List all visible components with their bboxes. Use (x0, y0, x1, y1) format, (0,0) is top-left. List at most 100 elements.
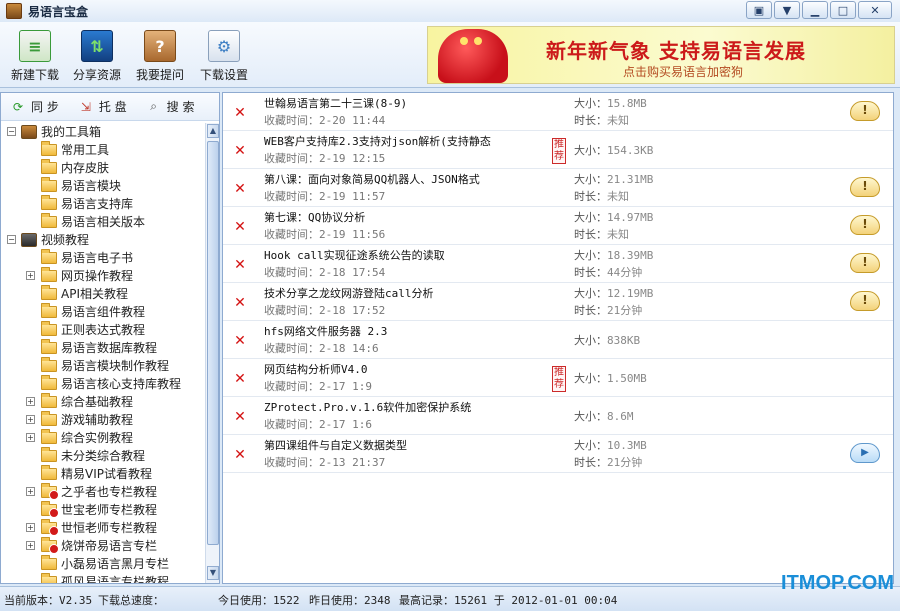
tree-item[interactable]: 易语言核心支持库教程 (1, 375, 205, 393)
download-row[interactable]: ✕ hfs网络文件服务器 2.3 收藏时间：2-18 14:6 大小：838KB (223, 321, 893, 359)
new-download-button[interactable]: ≡ 新建下载 (4, 28, 66, 86)
dropdown-icon[interactable]: ▼ (774, 1, 800, 19)
tree-item[interactable]: 世宝老师专栏教程 (1, 501, 205, 519)
sidebar-scrollbar[interactable]: ▲ ▼ (205, 123, 219, 583)
delete-icon[interactable]: ✕ (233, 410, 247, 424)
status-bar: 当前版本：V2.35 下载总速度： 今日使用：1522 昨日使用：2348 最高… (0, 586, 900, 611)
cloud-warning-icon[interactable]: ! (850, 291, 880, 311)
delete-icon[interactable]: ✕ (233, 372, 247, 386)
tree-item[interactable]: + 游戏辅助教程 (1, 411, 205, 429)
tab-tray[interactable]: ⇲ 托 盘 (79, 98, 127, 115)
download-row[interactable]: ✕ 第四课组件与自定义数据类型 收藏时间：2-13 21:37 大小：10.3MB 时长… (223, 435, 893, 473)
tree-item[interactable]: 易语言模块 (1, 177, 205, 195)
download-row[interactable]: ✕ 第八课：面向对象简易QQ机器人、JSON格式 收藏时间：2-19 11:57 大小… (223, 169, 893, 207)
download-row[interactable]: ✕ WEB客户支持库2.3支持对json解析(支持静态 收藏时间：2-19 12:1… (223, 131, 893, 169)
duration-value: 未知 (607, 114, 629, 127)
delete-icon[interactable]: ✕ (233, 334, 247, 348)
question-button[interactable]: ? 我要提问 (129, 28, 191, 86)
folder-icon (41, 267, 57, 282)
delete-icon[interactable]: ✕ (233, 296, 247, 310)
tree-item[interactable]: 未分类综合教程 (1, 447, 205, 465)
download-row[interactable]: ✕ Hook call实现征途系统公告的读取 收藏时间：2-18 17:54 大小：1… (223, 245, 893, 283)
expand-icon[interactable]: + (26, 523, 35, 532)
download-row[interactable]: ✕ 技术分享之龙纹网游登陆call分析 收藏时间：2-18 17:52 大小：12.1… (223, 283, 893, 321)
scroll-thumb[interactable] (207, 141, 219, 545)
tree-item[interactable]: − 视频教程 (1, 231, 205, 249)
tree-item[interactable]: + 烧饼帝易语言专栏 (1, 537, 205, 555)
tree-item[interactable]: 内存皮肤 (1, 159, 205, 177)
download-duration: 时长：21分钟 (574, 454, 642, 470)
expand-icon[interactable]: + (26, 415, 35, 424)
chat-icon[interactable]: ▣ (746, 1, 772, 19)
download-settings-button[interactable]: ⚙ 下载设置 (193, 28, 255, 86)
tree-item[interactable]: 易语言组件教程 (1, 303, 205, 321)
scroll-up-icon[interactable]: ▲ (207, 124, 219, 138)
tree-item[interactable]: 易语言电子书 (1, 249, 205, 267)
tab-search-label: 搜 索 (166, 100, 195, 114)
recommend-badge: 推荐 (552, 366, 566, 392)
delete-icon[interactable]: ✕ (233, 144, 247, 158)
expand-icon[interactable]: + (26, 487, 35, 496)
delete-icon[interactable]: ✕ (233, 220, 247, 234)
tree-item[interactable]: 常用工具 (1, 141, 205, 159)
time-value: 2-13 21:37 (319, 456, 386, 469)
collapse-icon[interactable]: − (7, 235, 16, 244)
download-size: 大小：15.8MB (574, 95, 647, 111)
expand-icon[interactable]: + (26, 271, 35, 280)
cloud-warning-icon[interactable]: ! (850, 101, 880, 121)
download-row[interactable]: ✕ 第七课：QQ协议分析 收藏时间：2-19 11:56 大小：14.97MB 时长：未… (223, 207, 893, 245)
expand-icon[interactable]: + (26, 397, 35, 406)
tree-item-label: 游戏辅助教程 (61, 413, 134, 427)
download-row[interactable]: ✕ ZProtect.Pro.v.1.6软件加密保护系统 收藏时间：2-17 1:6… (223, 397, 893, 435)
delete-icon[interactable]: ✕ (233, 258, 247, 272)
tree-item[interactable]: 易语言相关版本 (1, 213, 205, 231)
delete-icon[interactable]: ✕ (233, 448, 247, 462)
tree-item-label: 我的工具箱 (41, 125, 102, 139)
delete-icon[interactable]: ✕ (233, 182, 247, 196)
tree-item[interactable]: 精易VIP试看教程 (1, 465, 205, 483)
download-row[interactable]: ✕ 网页结构分析师V4.0 收藏时间：2-17 1:9 推荐 大小：1.50MB (223, 359, 893, 397)
time-value: 2-19 11:57 (319, 190, 386, 203)
cloud-warning-icon[interactable]: ! (850, 253, 880, 273)
cloud-warning-icon[interactable]: ! (850, 177, 880, 197)
tree-item[interactable]: 易语言数据库教程 (1, 339, 205, 357)
size-prefix: 大小： (574, 211, 607, 224)
tree-item[interactable]: API相关教程 (1, 285, 205, 303)
tree-item[interactable]: 小磊易语言黑月专栏 (1, 555, 205, 573)
delete-icon[interactable]: ✕ (233, 106, 247, 120)
tab-sync[interactable]: ⟳ 同 步 (11, 98, 59, 115)
today-usage: 今日使用：1522 (218, 594, 300, 607)
cloud-play-icon[interactable]: ▶ (850, 443, 880, 463)
scroll-down-icon[interactable]: ▼ (207, 566, 219, 580)
expand-icon[interactable]: + (26, 541, 35, 550)
maximize-icon[interactable]: □ (830, 1, 856, 19)
folder-icon (41, 519, 59, 536)
version-text: 当前版本：V2.35 (4, 594, 93, 607)
tree-item[interactable]: 易语言模块制作教程 (1, 357, 205, 375)
download-row[interactable]: ✕ 世翰易语言第二十三课(8-9) 收藏时间：2-20 11:44 大小：15.8MB… (223, 93, 893, 131)
tree-item[interactable]: 易语言支持库 (1, 195, 205, 213)
tree-item[interactable]: 孤风易语言专栏教程 (1, 573, 205, 583)
minimize-icon[interactable]: ▁ (802, 1, 828, 19)
tree-item-label: 易语言核心支持库教程 (61, 377, 182, 391)
tree-item[interactable]: 正则表达式教程 (1, 321, 205, 339)
tree-item[interactable]: + 综合实例教程 (1, 429, 205, 447)
tree-item[interactable]: + 网页操作教程 (1, 267, 205, 285)
cloud-warning-icon[interactable]: ! (850, 215, 880, 235)
yesterday-usage: 昨日使用：2348 (309, 594, 391, 607)
download-duration: 时长：未知 (574, 188, 629, 204)
tab-search[interactable]: ⌕ 搜 索 (147, 98, 195, 115)
tree-item-label: 常用工具 (61, 143, 110, 157)
close-icon[interactable]: ✕ (858, 1, 892, 19)
tree-item[interactable]: + 之乎者也专栏教程 (1, 483, 205, 501)
exclamation-glyph-icon: ! (862, 255, 868, 269)
share-button[interactable]: ⇅ 分享资源 (66, 28, 128, 86)
promo-banner[interactable]: 新年新气象 支持易语言发展 点击购买易语言加密狗 (427, 26, 895, 84)
collapse-icon[interactable]: − (7, 127, 16, 136)
tree-item[interactable]: + 世恒老师专栏教程 (1, 519, 205, 537)
tree-item[interactable]: + 综合基础教程 (1, 393, 205, 411)
watermark: ITMOP.COM (781, 572, 894, 594)
tree-item[interactable]: − 我的工具箱 (1, 123, 205, 141)
record-text: 最高记录：15261 于 2012-01-01 00:04 (399, 594, 618, 607)
expand-icon[interactable]: + (26, 433, 35, 442)
